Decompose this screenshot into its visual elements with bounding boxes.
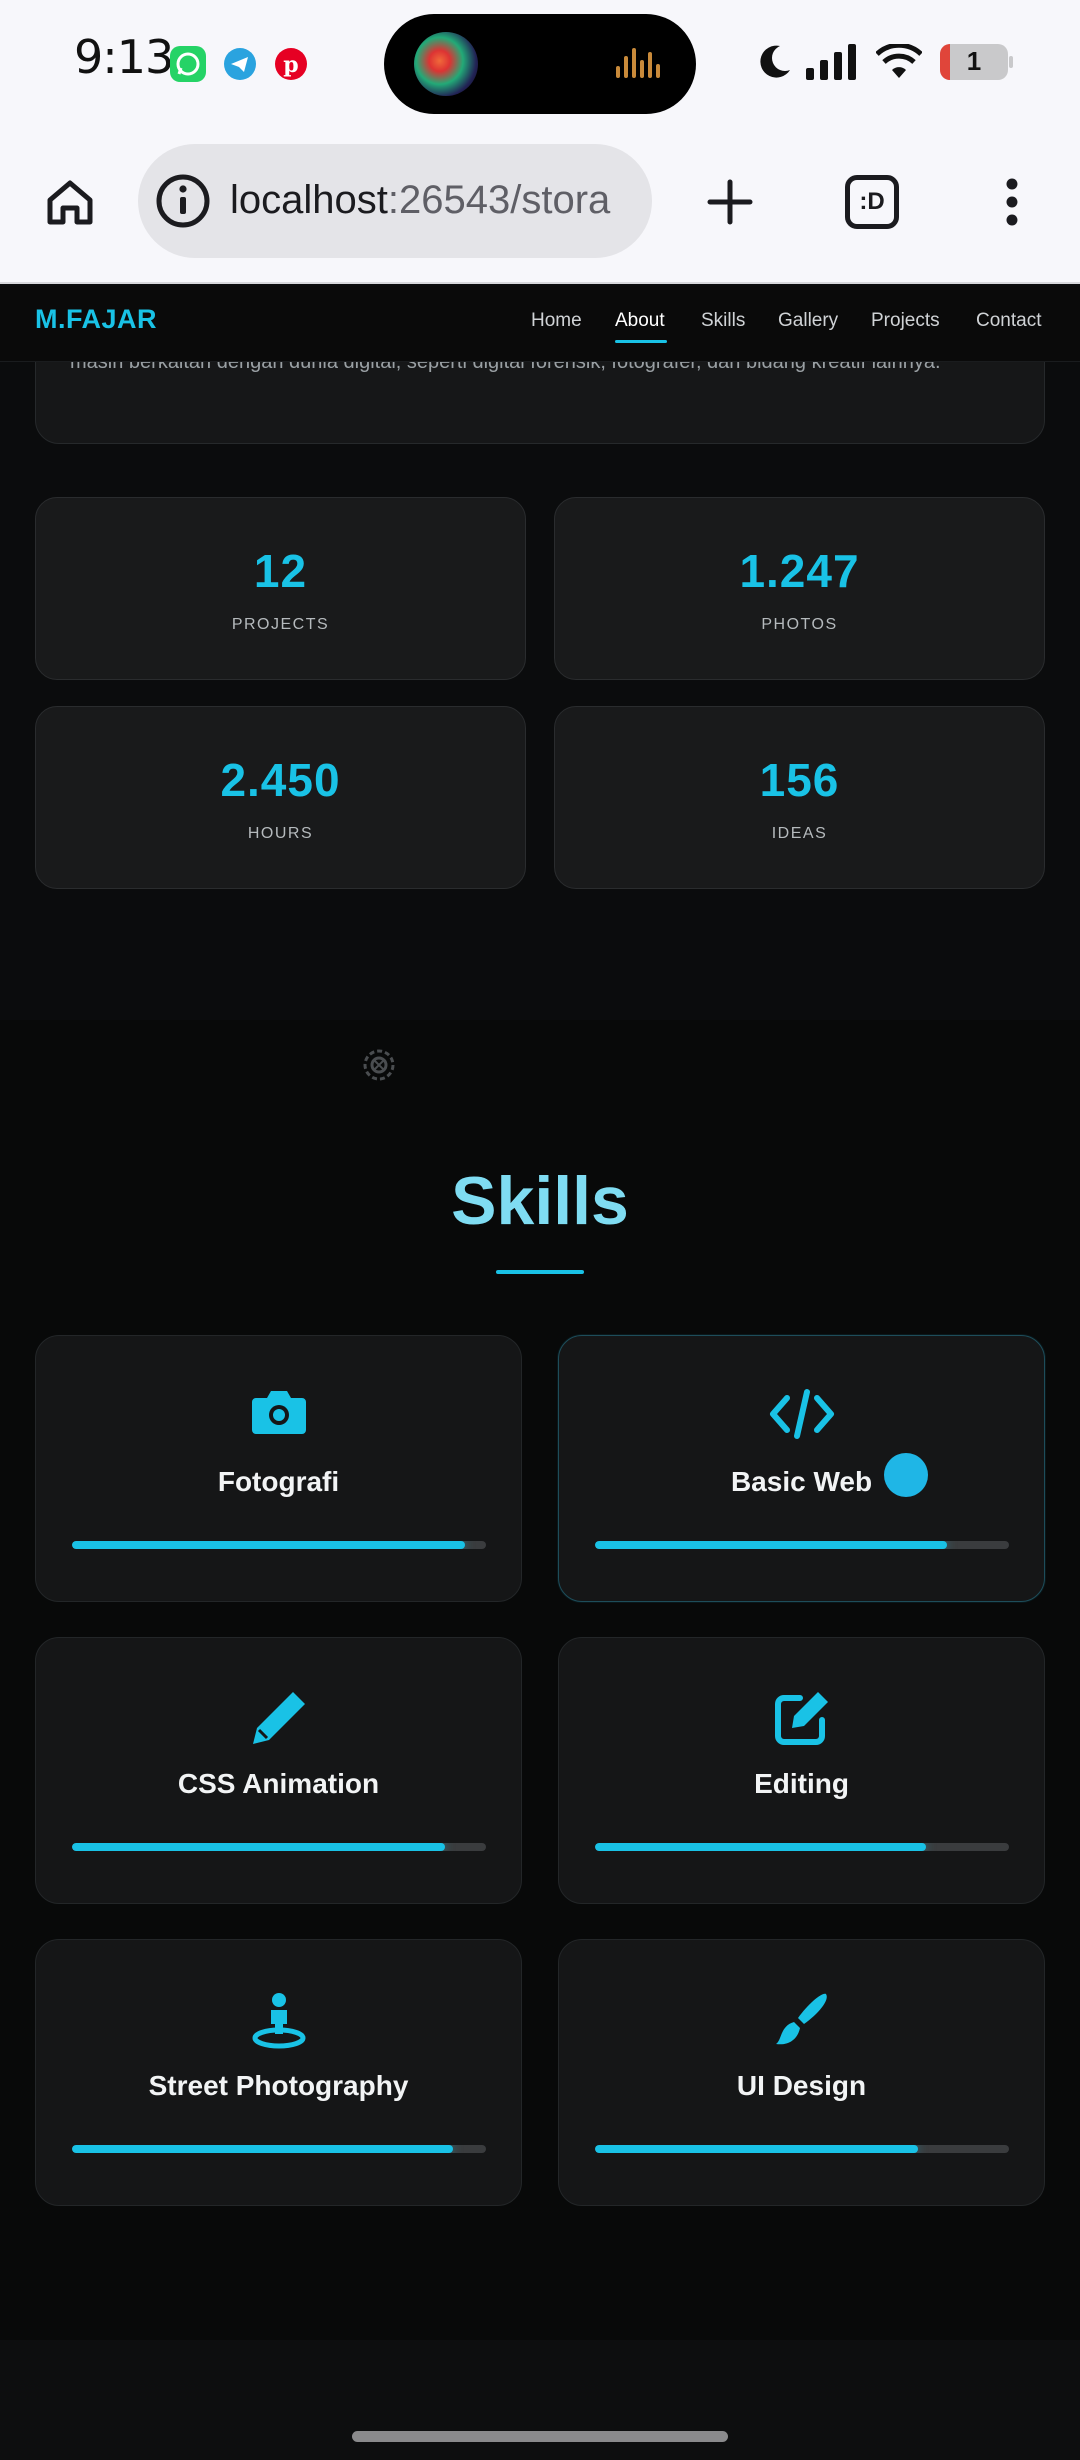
stat-card-ideas: 156 IDEAS bbox=[554, 706, 1045, 889]
home-indicator[interactable] bbox=[352, 2431, 728, 2442]
pinterest-icon: p bbox=[273, 46, 309, 82]
site-logo[interactable]: M.FAJAR bbox=[35, 304, 157, 335]
tab-switcher-icon: :D bbox=[845, 175, 899, 229]
camera-icon bbox=[36, 1386, 521, 1442]
skill-progress-track bbox=[595, 2145, 1009, 2153]
skill-progress-fill bbox=[595, 2145, 918, 2153]
stat-value: 1.247 bbox=[739, 545, 860, 597]
footer-strip bbox=[0, 2340, 1080, 2460]
stat-label: PROJECTS bbox=[231, 616, 330, 633]
battery-icon: 1 bbox=[940, 44, 1014, 80]
skill-progress-fill bbox=[595, 1843, 927, 1851]
skill-card[interactable]: Fotografi bbox=[35, 1335, 522, 1602]
url-path: :26543/stora bbox=[387, 178, 611, 222]
stat-value: 156 bbox=[759, 754, 840, 806]
cursor-dot bbox=[884, 1453, 928, 1497]
whatsapp-icon bbox=[170, 46, 206, 82]
address-bar[interactable]: localhost:26543/stora bbox=[138, 144, 652, 258]
skill-progress-track bbox=[72, 2145, 486, 2153]
new-tab-button[interactable] bbox=[690, 162, 770, 242]
street-view-icon bbox=[36, 1990, 521, 2049]
audio-wave-icon bbox=[616, 44, 664, 84]
skill-card[interactable]: Editing bbox=[558, 1637, 1045, 1904]
pen-icon bbox=[36, 1688, 521, 1744]
skill-progress-track bbox=[72, 1843, 486, 1851]
site-info-icon[interactable] bbox=[154, 172, 212, 235]
skill-card[interactable]: Street Photography bbox=[35, 1939, 522, 2206]
status-time: 9:13 bbox=[74, 30, 174, 84]
skills-title-underline bbox=[496, 1270, 584, 1274]
url-host: localhost bbox=[230, 178, 388, 222]
more-vert-icon bbox=[1006, 178, 1018, 226]
nav-active-indicator bbox=[615, 340, 667, 343]
brush-icon bbox=[559, 1990, 1044, 2046]
nav-contact[interactable]: Contact bbox=[976, 310, 1041, 332]
stat-card-projects: 12 PROJECTS bbox=[35, 497, 526, 680]
skill-progress-fill bbox=[72, 2145, 453, 2153]
status-bar: 9:13 p 1 bbox=[0, 0, 1080, 130]
skill-progress-track bbox=[595, 1843, 1009, 1851]
svg-text:p: p bbox=[283, 52, 298, 78]
nav-projects[interactable]: Projects bbox=[871, 310, 940, 332]
home-icon bbox=[47, 180, 93, 225]
stat-label: IDEAS bbox=[771, 825, 828, 842]
stat-card-hours: 2.450 HOURS bbox=[35, 706, 526, 889]
code-icon bbox=[559, 1386, 1044, 1442]
nav-skills[interactable]: Skills bbox=[701, 310, 745, 332]
skill-name: CSS Animation bbox=[177, 1768, 380, 1799]
skill-name: Basic Web bbox=[730, 1466, 873, 1497]
skill-name: Editing bbox=[754, 1768, 849, 1799]
stat-label: PHOTOS bbox=[761, 616, 838, 633]
skill-card[interactable]: Basic Web bbox=[558, 1335, 1045, 1602]
nav-about[interactable]: About bbox=[615, 310, 665, 332]
skill-progress-track bbox=[595, 1541, 1009, 1549]
skill-progress-fill bbox=[595, 1541, 947, 1549]
telegram-icon bbox=[222, 46, 258, 82]
skills-title: Skills bbox=[451, 1163, 629, 1239]
tab-switcher-label: :D bbox=[859, 188, 885, 215]
plus-icon bbox=[707, 179, 753, 225]
browser-toolbar: localhost:26543/stora :D bbox=[0, 130, 1080, 284]
menu-button[interactable] bbox=[972, 162, 1052, 242]
edit-icon bbox=[559, 1688, 1044, 1745]
stat-card-photos: 1.247 PHOTOS bbox=[554, 497, 1045, 680]
home-button[interactable] bbox=[30, 162, 110, 242]
skill-progress-fill bbox=[72, 1843, 445, 1851]
album-art-icon bbox=[414, 32, 478, 96]
skill-name: UI Design bbox=[736, 2070, 867, 2101]
nav-home[interactable]: Home bbox=[531, 310, 582, 332]
battery-level: 1 bbox=[966, 46, 982, 76]
skill-name: Street Photography bbox=[148, 2070, 409, 2101]
skill-name: Fotografi bbox=[217, 1466, 340, 1497]
skill-card[interactable]: CSS Animation bbox=[35, 1637, 522, 1904]
gear-icon bbox=[362, 1048, 396, 1082]
signal-icon bbox=[806, 44, 860, 85]
do-not-disturb-icon bbox=[754, 42, 794, 87]
skill-progress-track bbox=[72, 1541, 486, 1549]
skill-card[interactable]: UI Design bbox=[558, 1939, 1045, 2206]
nav-gallery[interactable]: Gallery bbox=[778, 310, 838, 332]
url-text[interactable]: localhost:26543/stora bbox=[230, 178, 640, 223]
tab-switcher-button[interactable]: :D bbox=[832, 162, 912, 242]
stat-value: 12 bbox=[253, 545, 308, 597]
stat-value: 2.450 bbox=[220, 754, 341, 806]
dynamic-island bbox=[384, 14, 696, 114]
site-navbar: M.FAJAR Home About Skills Gallery Projec… bbox=[0, 286, 1080, 362]
wifi-icon bbox=[875, 42, 923, 85]
stat-label: HOURS bbox=[247, 825, 314, 842]
skill-progress-fill bbox=[72, 1541, 466, 1549]
